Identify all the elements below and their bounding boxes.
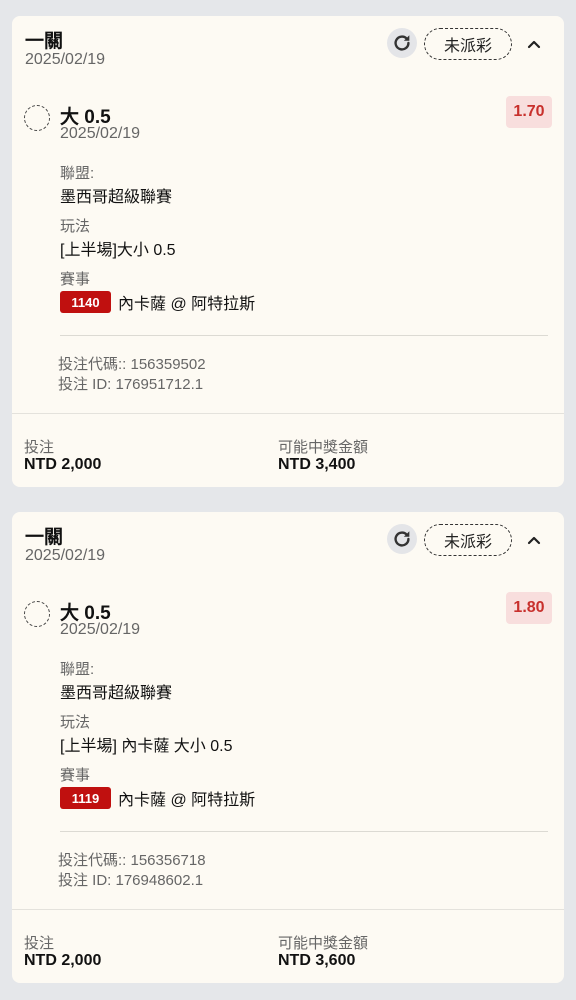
dashed-radio-icon bbox=[24, 105, 50, 131]
bet-type-label: 玩法 bbox=[60, 218, 91, 235]
bet-card-header: 一關 2025/02/19 未派彩 bbox=[12, 16, 564, 96]
payout-label: 可能中獎金額 bbox=[278, 439, 369, 456]
refresh-button[interactable] bbox=[387, 524, 417, 554]
bet-card: 一關 2025/02/19 未派彩 大 0.5 2025/02/19 1.80 … bbox=[12, 512, 564, 983]
bet-id: 投注 ID: 176951712.1 bbox=[58, 376, 204, 393]
divider bbox=[60, 335, 548, 336]
stake-label: 投注 bbox=[24, 439, 55, 456]
divider bbox=[60, 831, 548, 832]
chevron-up-icon bbox=[527, 40, 541, 49]
bet-card: 一關 2025/02/19 未派彩 大 0.5 2025/02/19 1.70 … bbox=[12, 16, 564, 487]
match-name: 內卡薩 @ 阿特拉斯 bbox=[118, 296, 256, 313]
refresh-icon bbox=[394, 531, 410, 547]
status-badge: 未派彩 bbox=[424, 524, 512, 556]
footer-divider bbox=[12, 413, 564, 414]
collapse-button[interactable] bbox=[524, 530, 544, 550]
bet-card-header: 一關 2025/02/19 未派彩 bbox=[12, 512, 564, 592]
bet-type-value: [上半場]大小 0.5 bbox=[60, 242, 176, 259]
bet-type-label: 玩法 bbox=[60, 714, 91, 731]
bet-id: 投注 ID: 176948602.1 bbox=[58, 872, 204, 889]
collapse-button[interactable] bbox=[524, 34, 544, 54]
chevron-up-icon bbox=[527, 536, 541, 545]
event-label: 賽事 bbox=[60, 767, 91, 784]
stake-amount: NTD 2,000 bbox=[24, 456, 102, 473]
match-row: 1119 內卡薩 @ 阿特拉斯 bbox=[60, 786, 255, 810]
dashed-radio-icon bbox=[24, 601, 50, 627]
bet-date: 2025/02/19 bbox=[25, 51, 106, 68]
stake-label: 投注 bbox=[24, 935, 55, 952]
match-id-badge: 1119 bbox=[60, 787, 111, 809]
selection-date: 2025/02/19 bbox=[60, 125, 141, 142]
footer-divider bbox=[12, 909, 564, 910]
league-value: 墨西哥超級聯賽 bbox=[60, 685, 173, 702]
bet-type-title: 一關 bbox=[25, 31, 64, 52]
payout-amount: NTD 3,400 bbox=[278, 456, 356, 473]
bet-code: 投注代碼:: 156356718 bbox=[58, 852, 206, 869]
event-label: 賽事 bbox=[60, 271, 91, 288]
refresh-button[interactable] bbox=[387, 28, 417, 58]
match-id-badge: 1140 bbox=[60, 291, 111, 313]
selection-date: 2025/02/19 bbox=[60, 621, 141, 638]
league-label: 聯盟: bbox=[60, 661, 95, 678]
refresh-icon bbox=[394, 35, 410, 51]
league-label: 聯盟: bbox=[60, 165, 95, 182]
odds-badge: 1.80 bbox=[506, 592, 552, 624]
status-badge: 未派彩 bbox=[424, 28, 512, 60]
payout-label: 可能中獎金額 bbox=[278, 935, 369, 952]
match-name: 內卡薩 @ 阿特拉斯 bbox=[118, 792, 256, 809]
bet-code: 投注代碼:: 156359502 bbox=[58, 356, 206, 373]
bet-type-value: [上半場] 內卡薩 大小 0.5 bbox=[60, 738, 233, 755]
bet-date: 2025/02/19 bbox=[25, 547, 106, 564]
league-value: 墨西哥超級聯賽 bbox=[60, 189, 173, 206]
stake-amount: NTD 2,000 bbox=[24, 952, 102, 969]
match-row: 1140 內卡薩 @ 阿特拉斯 bbox=[60, 290, 255, 314]
odds-badge: 1.70 bbox=[506, 96, 552, 128]
bet-type-title: 一關 bbox=[25, 527, 64, 548]
payout-amount: NTD 3,600 bbox=[278, 952, 356, 969]
